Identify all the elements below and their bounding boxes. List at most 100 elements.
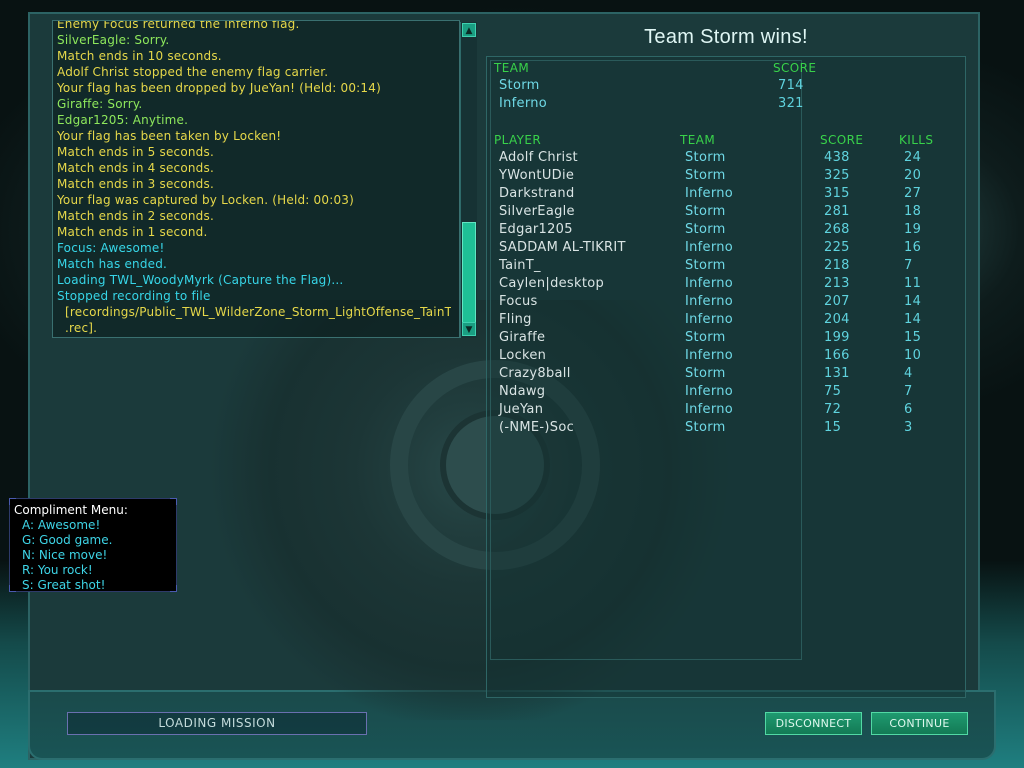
loading-mission-bar: LOADING MISSION [67,712,367,735]
player-score: 72 [824,402,842,417]
compliment-item[interactable]: A: Awesome! [22,518,100,532]
player-score: 325 [824,168,850,183]
player-team: Storm [685,420,726,435]
chat-line: Edgar1205: Anytime. [57,113,189,127]
player-kills: 24 [904,150,922,165]
player-score: 213 [824,276,850,291]
player-kills: 7 [904,258,913,273]
chat-line: Adolf Christ stopped the enemy flag carr… [57,65,329,79]
chat-line: Match has ended. [57,257,168,271]
player-kills: 18 [904,204,922,219]
player-name: Darkstrand [499,186,575,201]
player-kills: 20 [904,168,922,183]
player-name: (-NME-)Soc [499,420,575,435]
scroll-down-arrow-icon[interactable]: ▼ [462,322,476,336]
compliment-menu-title: Compliment Menu: [14,503,128,517]
chat-log[interactable]: Enemy Focus returned the Inferno flag. Si… [52,20,460,338]
player-team: Storm [685,330,726,345]
player-team: Storm [685,258,726,273]
player-name: Focus [499,294,538,309]
chat-line: Stopped recording to file [57,289,211,303]
player-score: 281 [824,204,850,219]
player-team: Inferno [685,294,734,309]
chat-scrollbar[interactable]: ▲ ▼ [460,22,477,338]
chat-lines: Enemy Focus returned the Inferno flag. Si… [57,20,451,336]
player-name: SilverEagle [499,204,575,219]
chat-line: [recordings/Public_TWL_WilderZone_Storm_… [57,305,451,319]
player-team: Inferno [685,186,734,201]
player-kills: 16 [904,240,922,255]
player-team: Inferno [685,384,734,399]
chat-line: Enemy Focus returned the Inferno flag. [57,20,300,31]
menu-corner [170,585,177,592]
compliment-item[interactable]: R: You rock! [22,563,93,577]
compliment-item[interactable]: N: Nice move! [22,548,107,562]
player-name: Ndawg [499,384,546,399]
chat-line: Focus: Awesome! [57,241,165,255]
player-kills: 14 [904,312,922,327]
menu-corner [170,498,177,505]
player-kills: 4 [904,366,913,381]
player-score: 75 [824,384,842,399]
disconnect-button[interactable]: DISCONNECT [765,712,862,735]
chat-line: SilverEagle: Sorry. [57,33,170,47]
team-score: 714 [778,78,804,93]
player-score: 131 [824,366,850,381]
team-score-column-header: SCORE [773,61,817,75]
scroll-up-arrow-icon[interactable]: ▲ [462,23,476,37]
player-team: Storm [685,150,726,165]
menu-corner [9,585,16,592]
player-name: JueYan [499,402,544,417]
player-score: 315 [824,186,850,201]
player-score: 207 [824,294,850,309]
player-score: 218 [824,258,850,273]
player-score: 166 [824,348,850,363]
player-score: 438 [824,150,850,165]
player-kills-column-header: KILLS [899,133,934,147]
player-name: Locken [499,348,547,363]
chat-line: Match ends in 1 second. [57,225,208,239]
player-team-column-header: TEAM [680,133,716,147]
player-name: YWontUDie [499,168,575,183]
player-team: Storm [685,222,726,237]
chat-line: Match ends in 3 seconds. [57,177,214,191]
chat-line: Giraffe: Sorry. [57,97,143,111]
player-score: 199 [824,330,850,345]
chat-line: Match ends in 2 seconds. [57,209,214,223]
compliment-menu: Compliment Menu: A: Awesome! G: Good gam… [9,498,177,592]
player-name: Fling [499,312,532,327]
player-kills: 15 [904,330,922,345]
scrollbar-thumb[interactable] [462,222,476,332]
player-name: TainT_ [499,258,541,273]
continue-button[interactable]: CONTINUE [871,712,968,735]
victory-title: Team Storm wins! [644,26,808,48]
player-team: Inferno [685,312,734,327]
chat-line: Match ends in 10 seconds. [57,49,222,63]
player-kills: 14 [904,294,922,309]
team-name: Inferno [499,96,548,111]
compliment-item[interactable]: S: Great shot! [22,578,105,592]
chat-line: Match ends in 4 seconds. [57,161,214,175]
team-column-header: TEAM [494,61,530,75]
chat-line: .rec]. [57,321,98,335]
player-team: Inferno [685,240,734,255]
player-score: 225 [824,240,850,255]
team-score: 321 [778,96,804,111]
player-kills: 3 [904,420,913,435]
player-score-column-header: SCORE [820,133,864,147]
player-team: Inferno [685,348,734,363]
player-name: Giraffe [499,330,546,345]
player-name: Crazy8ball [499,366,571,381]
chat-line: Your flag has been taken by Locken! [57,129,282,143]
player-column-header: PLAYER [494,133,542,147]
player-team: Storm [685,366,726,381]
compliment-item[interactable]: G: Good game. [22,533,112,547]
player-kills: 7 [904,384,913,399]
player-team: Inferno [685,276,734,291]
player-kills: 27 [904,186,922,201]
player-team: Storm [685,204,726,219]
player-name: Edgar1205 [499,222,573,237]
chat-line: Loading TWL_WoodyMyrk (Capture the Flag)… [57,273,344,287]
player-team: Inferno [685,402,734,417]
player-team: Storm [685,168,726,183]
